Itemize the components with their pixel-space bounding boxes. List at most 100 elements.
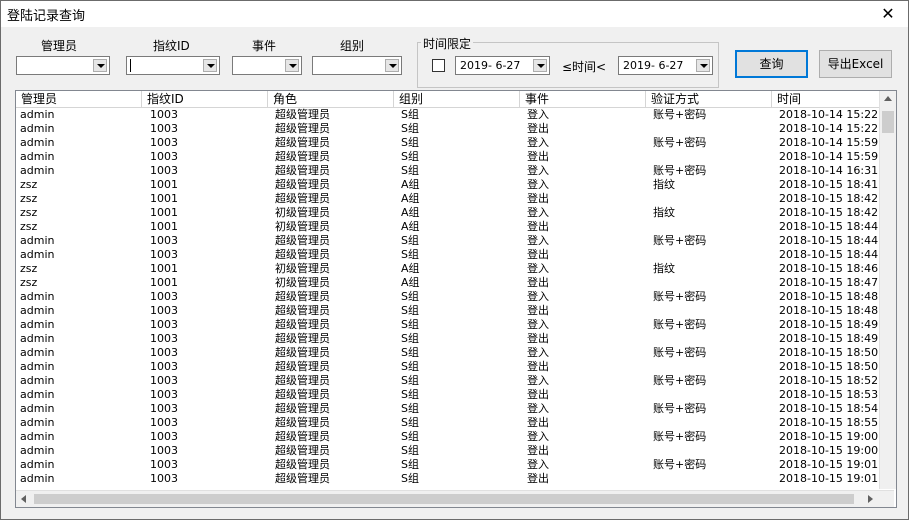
cell-group: S组: [401, 430, 419, 443]
cell-event: 登出: [527, 220, 549, 233]
table-row[interactable]: zsz 1001 超级管理员 A组 登出 2018-10-15 18:42:26: [16, 192, 896, 206]
cell-group: S组: [401, 290, 419, 303]
cell-event: 登出: [527, 248, 549, 261]
table-row[interactable]: admin 1003 超级管理员 S组 登出 2018-10-15 18:44:45: [16, 248, 896, 262]
event-select[interactable]: [232, 56, 302, 75]
table-row[interactable]: admin 1003 超级管理员 S组 登入 账号+密码 2018-10-15 18:48:…: [16, 290, 896, 304]
start-date-picker[interactable]: 2019- 6-27: [455, 56, 550, 75]
cell-group: S组: [401, 234, 419, 247]
title-bar: 登陆记录查询 ✕: [1, 1, 908, 27]
table-row[interactable]: zsz 1001 初级管理员 A组 登出 2018-10-15 18:44:30: [16, 220, 896, 234]
cell-role: 超级管理员: [275, 178, 330, 191]
table-row[interactable]: admin 1003 超级管理员 S组 登入 账号+密码 2018-10-15 18:54:…: [16, 402, 896, 416]
table-body: admin 1003 超级管理员 S组 登入 账号+密码 2018-10-14 15:22:…: [16, 108, 896, 486]
table-row[interactable]: admin 1003 超级管理员 S组 登入 账号+密码 2018-10-15 18:44:…: [16, 234, 896, 248]
cell-admin: admin: [20, 290, 55, 303]
table-row[interactable]: zsz 1001 超级管理员 A组 登入 指纹 2018-10-15 18:41:36: [16, 178, 896, 192]
table-row[interactable]: admin 1003 超级管理员 S组 登入 账号+密码 2018-10-15 18:52:…: [16, 374, 896, 388]
table-row[interactable]: admin 1003 超级管理员 S组 登出 2018-10-15 18:50:47: [16, 360, 896, 374]
cell-fingerprint-id: 1003: [150, 472, 178, 485]
cell-group: S组: [401, 444, 419, 457]
cell-event: 登入: [527, 290, 549, 303]
table-row[interactable]: admin 1003 超级管理员 S组 登出 2018-10-15 19:00:21: [16, 444, 896, 458]
cell-event: 登出: [527, 192, 549, 205]
table-row[interactable]: admin 1003 超级管理员 S组 登出 2018-10-15 18:49:12: [16, 332, 896, 346]
cell-role: 超级管理员: [275, 318, 330, 331]
cell-verify-method: 账号+密码: [653, 402, 707, 415]
table-row[interactable]: admin 1003 超级管理员 S组 登入 账号+密码 2018-10-14 16:31:…: [16, 164, 896, 178]
cell-group: S组: [401, 458, 419, 471]
cell-role: 超级管理员: [275, 374, 330, 387]
chevron-down-icon[interactable]: [93, 59, 107, 72]
cell-group: S组: [401, 108, 419, 121]
cell-admin: zsz: [20, 178, 38, 191]
cell-admin: admin: [20, 374, 55, 387]
group-select[interactable]: [312, 56, 402, 75]
admin-select[interactable]: [16, 56, 110, 75]
cell-fingerprint-id: 1003: [150, 458, 178, 471]
table-row[interactable]: admin 1003 超级管理员 S组 登出 2018-10-14 15:22:22: [16, 122, 896, 136]
cell-fingerprint-id: 1001: [150, 206, 178, 219]
column-header-time[interactable]: 时间: [772, 91, 880, 107]
chevron-down-icon[interactable]: [385, 59, 399, 72]
table-row[interactable]: admin 1003 超级管理员 S组 登出 2018-10-15 18:55:34: [16, 416, 896, 430]
table-row[interactable]: admin 1003 超级管理员 S组 登入 账号+密码 2018-10-14 15:22:…: [16, 108, 896, 122]
cell-fingerprint-id: 1003: [150, 234, 178, 247]
column-header-group[interactable]: 组别: [394, 91, 520, 107]
cell-fingerprint-id: 1003: [150, 150, 178, 163]
cell-fingerprint-id: 1003: [150, 304, 178, 317]
table-row[interactable]: zsz 1001 初级管理员 A组 登出 2018-10-15 18:47:09: [16, 276, 896, 290]
table-row[interactable]: admin 1003 超级管理员 S组 登入 账号+密码 2018-10-14 15:59:…: [16, 136, 896, 150]
table-row[interactable]: admin 1003 超级管理员 S组 登入 账号+密码 2018-10-15 18:50:…: [16, 346, 896, 360]
cell-event: 登出: [527, 388, 549, 401]
records-table[interactable]: 管理员 指纹ID 角色 组别 事件 验证方式 时间 admin 1003 超级管理员…: [15, 90, 897, 508]
cell-admin: admin: [20, 444, 55, 457]
cell-role: 超级管理员: [275, 136, 330, 149]
horizontal-scrollbar[interactable]: [16, 490, 894, 507]
cell-verify-method: 指纹: [653, 262, 675, 275]
cell-event: 登出: [527, 122, 549, 135]
table-row[interactable]: admin 1003 超级管理员 S组 登入 账号+密码 2018-10-15 19:01:…: [16, 458, 896, 472]
table-row[interactable]: admin 1003 超级管理员 S组 登入 账号+密码 2018-10-15 18:49:…: [16, 318, 896, 332]
time-range-label: ≤时间<: [562, 60, 607, 74]
fingerprint-id-select[interactable]: [126, 56, 220, 75]
table-row[interactable]: admin 1003 超级管理员 S组 登出 2018-10-15 18:48:55: [16, 304, 896, 318]
chevron-down-icon[interactable]: [533, 59, 547, 72]
cell-admin: admin: [20, 458, 55, 471]
cell-role: 初级管理员: [275, 206, 330, 219]
table-row[interactable]: admin 1003 超级管理员 S组 登出 2018-10-14 15:59:54: [16, 150, 896, 164]
cell-role: 初级管理员: [275, 262, 330, 275]
cell-event: 登出: [527, 472, 549, 485]
vertical-scrollbar[interactable]: [879, 91, 896, 489]
cell-verify-method: 账号+密码: [653, 108, 707, 121]
scroll-right-icon[interactable]: [868, 495, 873, 503]
table-row[interactable]: admin 1003 超级管理员 S组 登入 账号+密码 2018-10-15 19:00:…: [16, 430, 896, 444]
table-row[interactable]: zsz 1001 初级管理员 A组 登入 指纹 2018-10-15 18:46:56: [16, 262, 896, 276]
horizontal-scroll-thumb[interactable]: [34, 494, 854, 504]
cell-fingerprint-id: 1001: [150, 220, 178, 233]
time-limit-checkbox[interactable]: [432, 59, 445, 72]
cell-role: 超级管理员: [275, 108, 330, 121]
column-header-event[interactable]: 事件: [520, 91, 646, 107]
cell-fingerprint-id: 1003: [150, 136, 178, 149]
export-excel-button[interactable]: 导出Excel: [819, 50, 892, 78]
scroll-left-icon[interactable]: [21, 495, 26, 503]
cell-admin: admin: [20, 360, 55, 373]
chevron-down-icon[interactable]: [285, 59, 299, 72]
table-row[interactable]: admin 1003 超级管理员 S组 登出 2018-10-15 18:53:52: [16, 388, 896, 402]
vertical-scroll-thumb[interactable]: [882, 111, 894, 133]
end-date-picker[interactable]: 2019- 6-27: [618, 56, 713, 75]
chevron-down-icon[interactable]: [696, 59, 710, 72]
table-row[interactable]: zsz 1001 初级管理员 A组 登入 指纹 2018-10-15 18:42:32: [16, 206, 896, 220]
scroll-up-icon[interactable]: [884, 96, 892, 101]
query-button[interactable]: 查询: [735, 50, 808, 78]
table-row[interactable]: admin 1003 超级管理员 S组 登出 2018-10-15 19:01:49: [16, 472, 896, 486]
close-icon[interactable]: ✕: [874, 3, 902, 25]
column-header-verify-method[interactable]: 验证方式: [646, 91, 772, 107]
cell-group: S组: [401, 374, 419, 387]
column-header-role[interactable]: 角色: [268, 91, 394, 107]
end-date-value: 2019- 6-27: [623, 59, 684, 72]
chevron-down-icon[interactable]: [203, 59, 217, 72]
column-header-admin[interactable]: 管理员: [16, 91, 142, 107]
column-header-fingerprint-id[interactable]: 指纹ID: [142, 91, 268, 107]
